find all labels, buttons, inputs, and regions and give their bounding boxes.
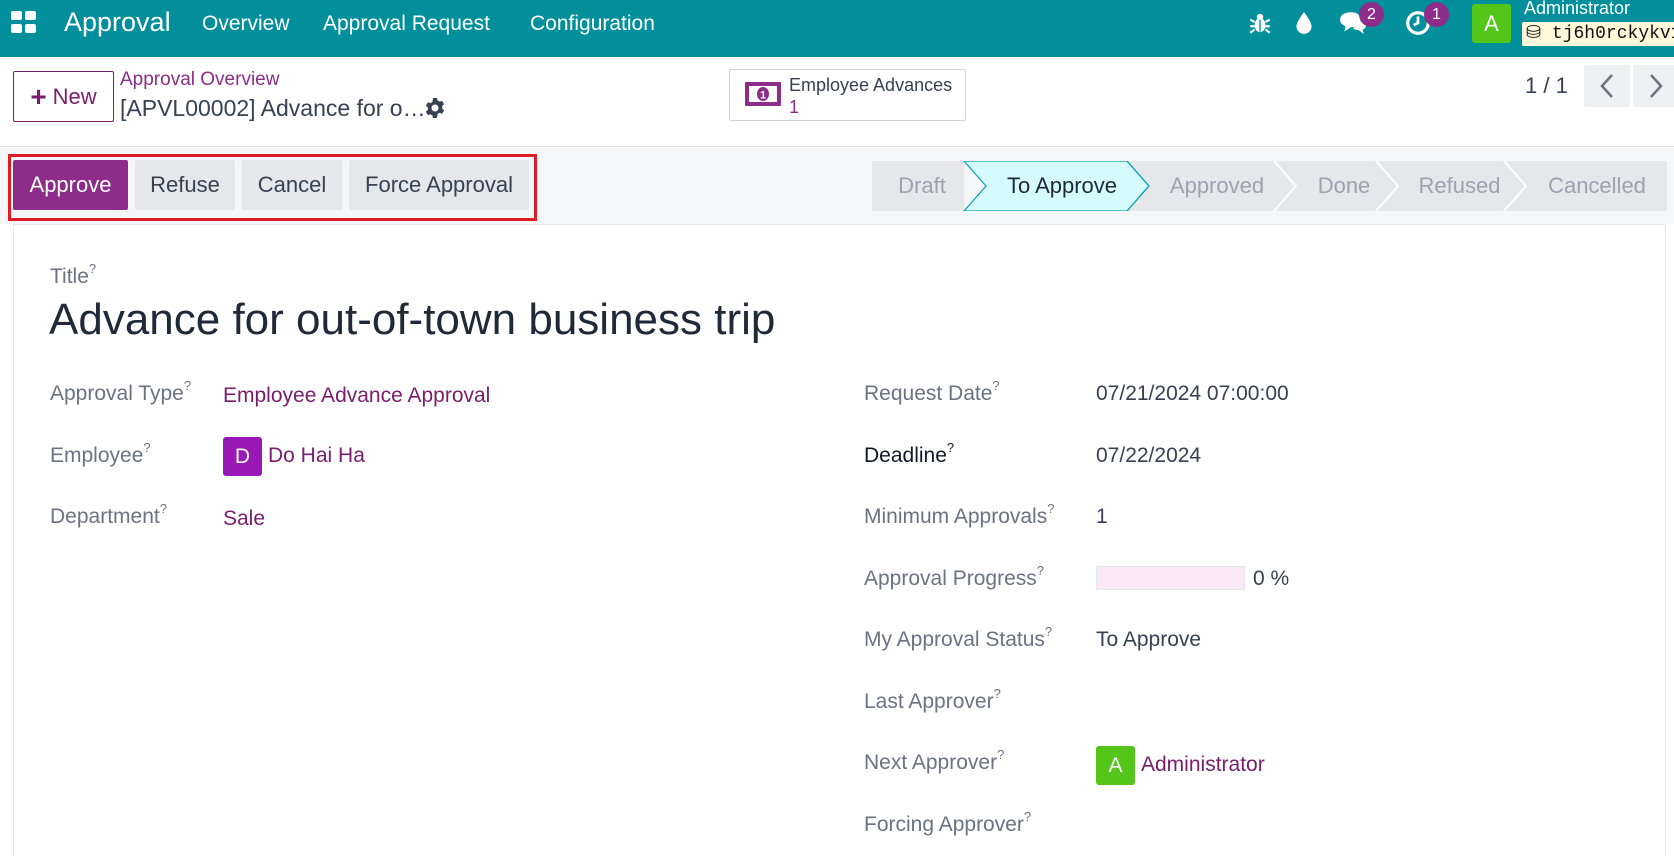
app-name[interactable]: Approval bbox=[64, 7, 171, 38]
messages-badge: 2 bbox=[1359, 2, 1384, 27]
next-approver-label: Next Approver? bbox=[864, 747, 1005, 774]
smart-button-count: 1 bbox=[789, 97, 800, 117]
approval-progress-value: 0 % bbox=[1253, 567, 1290, 590]
help-mark: ? bbox=[143, 440, 151, 455]
money-icon: 1 bbox=[745, 82, 781, 106]
employee-advances-smart-button[interactable]: 1 Employee Advances 1 bbox=[729, 69, 966, 121]
help-mark: ? bbox=[183, 378, 192, 393]
title-label: Title? bbox=[50, 261, 97, 288]
gear-icon[interactable] bbox=[423, 96, 447, 120]
pager-next-button[interactable] bbox=[1633, 65, 1674, 107]
minimum-approvals-value: 1 bbox=[1096, 505, 1108, 528]
record-name: [APVL00002] Advance for o… bbox=[120, 95, 426, 121]
department-value[interactable]: Sale bbox=[223, 507, 265, 531]
new-button-label: New bbox=[52, 83, 97, 109]
help-mark: ? bbox=[88, 261, 97, 276]
minimum-approvals-label: Minimum Approvals? bbox=[864, 501, 1055, 528]
my-approval-status-label: My Approval Status? bbox=[864, 624, 1053, 651]
department-label: Department? bbox=[50, 501, 167, 528]
user-avatar[interactable]: A bbox=[1472, 4, 1511, 43]
user-name[interactable]: Administrator bbox=[1524, 0, 1630, 19]
help-mark: ? bbox=[1047, 501, 1055, 516]
stage-draft[interactable]: Draft bbox=[872, 161, 972, 211]
help-mark: ? bbox=[993, 686, 1001, 701]
pager-value[interactable]: 1 / 1 bbox=[1525, 73, 1568, 99]
help-mark: ? bbox=[1023, 809, 1032, 824]
help-mark: ? bbox=[997, 747, 1005, 762]
highlight-box bbox=[8, 154, 537, 221]
droplet-icon[interactable] bbox=[1291, 10, 1317, 36]
stage-to-approve[interactable]: To Approve bbox=[982, 161, 1142, 211]
stage-pipeline: Draft To Approve Approved Done Refused C… bbox=[872, 161, 1667, 211]
status-bar: Approve Refuse Cancel Force Approval Dra… bbox=[0, 148, 1674, 224]
help-mark: ? bbox=[946, 440, 955, 455]
stage-cancelled[interactable]: Cancelled bbox=[1527, 161, 1667, 211]
approval-type-value[interactable]: Employee Advance Approval bbox=[223, 384, 490, 408]
my-approval-status-value: To Approve bbox=[1096, 628, 1202, 651]
stage-done[interactable]: Done bbox=[1294, 161, 1394, 211]
help-mark: ? bbox=[1044, 624, 1053, 639]
request-date-value[interactable]: 07/21/2024 07:00:00 bbox=[1096, 382, 1289, 406]
database-chip: ⛁ tj6h0rckykv1 bbox=[1522, 22, 1674, 46]
bug-icon[interactable] bbox=[1247, 10, 1273, 36]
new-button[interactable]: + New bbox=[13, 71, 114, 122]
forcing-approver-label: Forcing Approver? bbox=[864, 809, 1032, 836]
chevron-left-icon bbox=[1600, 74, 1613, 98]
chevron-right-icon bbox=[1650, 74, 1663, 98]
activities-badge: 1 bbox=[1424, 2, 1449, 27]
employee-label: Employee? bbox=[50, 440, 151, 467]
top-navbar: Approval Overview Approval Request Confi… bbox=[0, 0, 1674, 57]
approval-progress-label: Approval Progress? bbox=[864, 563, 1044, 590]
approval-progress-bar bbox=[1096, 566, 1245, 590]
last-approver-label: Last Approver? bbox=[864, 686, 1001, 713]
help-mark: ? bbox=[1036, 563, 1044, 578]
menu-approval-request[interactable]: Approval Request bbox=[323, 12, 490, 36]
stage-approved[interactable]: Approved bbox=[1147, 161, 1287, 211]
deadline-value[interactable]: 07/22/2024 bbox=[1096, 444, 1201, 468]
request-date-label: Request Date? bbox=[864, 378, 1000, 405]
smart-button-label: Employee Advances bbox=[789, 75, 953, 95]
svg-text:1: 1 bbox=[760, 90, 766, 102]
stage-refused[interactable]: Refused bbox=[1397, 161, 1522, 211]
apps-menu-icon[interactable] bbox=[11, 11, 37, 33]
breadcrumb[interactable]: Approval Overview bbox=[120, 69, 279, 91]
menu-overview[interactable]: Overview bbox=[202, 12, 290, 36]
database-name: tj6h0rckykv1 bbox=[1551, 24, 1674, 44]
next-approver-avatar: A bbox=[1096, 746, 1135, 785]
control-panel: + New Approval Overview [APVL00002] Adva… bbox=[0, 57, 1674, 147]
pager-previous-button[interactable] bbox=[1584, 65, 1630, 107]
menu-configuration[interactable]: Configuration bbox=[530, 12, 655, 36]
employee-avatar: D bbox=[223, 437, 262, 476]
database-icon: ⛁ bbox=[1526, 24, 1542, 44]
approval-type-label: Approval Type? bbox=[50, 378, 192, 405]
plus-icon: + bbox=[30, 80, 47, 112]
next-approver-value[interactable]: Administrator bbox=[1141, 753, 1265, 777]
help-mark: ? bbox=[992, 378, 1000, 393]
employee-value[interactable]: Do Hai Ha bbox=[268, 444, 365, 468]
deadline-label: Deadline? bbox=[864, 440, 955, 467]
title-field[interactable]: Advance for out-of-town business trip bbox=[49, 295, 775, 345]
help-mark: ? bbox=[159, 501, 167, 516]
